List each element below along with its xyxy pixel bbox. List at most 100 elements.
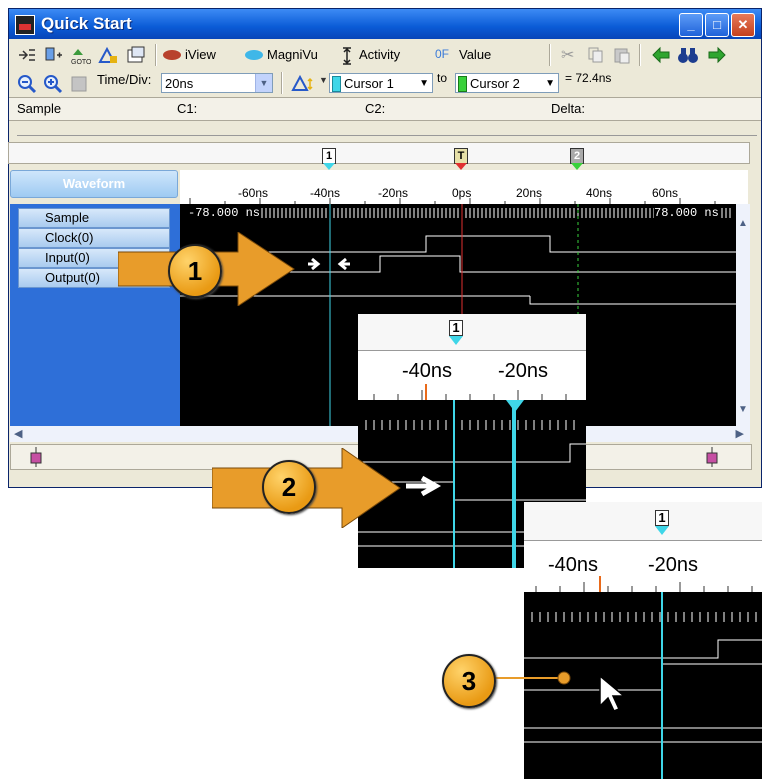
close-icon: ✕ <box>737 17 749 32</box>
window-title: Quick Start <box>41 14 132 33</box>
cursor1-pointer-icon <box>323 163 335 170</box>
info-bar: Sample C1: C2: Delta: <box>9 97 761 121</box>
signal-name-sample[interactable]: Sample <box>18 208 170 228</box>
chevron-up-icon[interactable]: ▲ <box>738 218 748 229</box>
paste-icon[interactable] <box>613 46 631 64</box>
zoom2-tick-label: -20ns <box>648 554 699 576</box>
callout-leader-3 <box>490 671 571 685</box>
callout-number-3: 3 <box>442 654 496 708</box>
cursor2-pointer-icon <box>571 163 583 170</box>
zoom-out-icon[interactable] <box>17 74 37 94</box>
search-forward-icon[interactable] <box>707 46 727 64</box>
vertical-scrollbar[interactable]: ▲ ▼ <box>736 204 750 426</box>
toolbar-separator <box>155 44 157 66</box>
drag-cursor-icon[interactable] <box>506 400 524 412</box>
c1-info-label: C1: <box>177 101 198 116</box>
maximize-icon: □ <box>713 17 721 32</box>
trigger-pointer-icon <box>455 163 467 170</box>
zoom1-ruler: 1 -40ns -20ns <box>358 314 586 402</box>
chevron-down-icon: ▼ <box>255 74 272 92</box>
zoom1-tick-label: -20ns <box>498 360 549 382</box>
waveform-header[interactable]: Waveform <box>10 170 178 198</box>
search-back-icon[interactable] <box>651 46 671 64</box>
iview-icon <box>163 50 181 60</box>
zoom-area-icon[interactable] <box>69 74 89 94</box>
magnivu-label: MagniVu <box>267 47 318 62</box>
right-time-readout: 78.000 ns <box>654 206 719 220</box>
chevron-left-icon[interactable]: ◀ <box>14 427 22 440</box>
chevron-down-icon[interactable]: ▼ <box>738 404 748 415</box>
zoom2-tick-label: -40ns <box>548 554 599 576</box>
app-icon <box>15 15 35 35</box>
toolbar-main: GOTO iView MagniVu Activity 0F Value ✂ <box>9 41 761 69</box>
title-bar[interactable]: Quick Start _ □ ✕ <box>9 9 761 39</box>
toolbar-separator <box>639 44 641 66</box>
callout-number-1: 1 <box>168 244 222 298</box>
cursor2-color-swatch <box>458 76 467 92</box>
sample-info-label: Sample <box>17 101 62 116</box>
c2-info-label: C2: <box>365 101 386 116</box>
close-button[interactable]: ✕ <box>731 13 755 37</box>
chevron-down-icon[interactable]: ▼ <box>319 75 328 85</box>
goto-icon[interactable]: GOTO <box>69 45 91 65</box>
delta-measure-icon[interactable] <box>291 73 317 93</box>
minimize-button[interactable]: _ <box>679 13 703 37</box>
begin-marker-icon[interactable] <box>29 447 43 467</box>
toolbar-time: Time/Div: 20ns ▼ ▼ Cursor 1 ▼ to Cursor … <box>9 69 761 97</box>
trigger-marker[interactable]: T <box>454 148 468 164</box>
cursor2-select[interactable]: Cursor 2 ▼ <box>455 73 559 93</box>
zoom1-ticks <box>373 384 567 400</box>
zoom-in-icon[interactable] <box>43 74 63 94</box>
chevron-down-icon: ▼ <box>545 78 555 89</box>
iview-label: iView <box>185 47 216 62</box>
zoom1-tick-label: -40ns <box>402 360 453 382</box>
time-ruler[interactable]: -60ns -40ns -20ns 0ps 20ns 40ns 60ns <box>180 170 748 204</box>
toolbar-separator <box>281 72 283 94</box>
cut-icon[interactable]: ✂ <box>561 45 574 65</box>
to-label: to <box>437 71 448 85</box>
cursor1-select[interactable]: Cursor 1 ▼ <box>329 73 433 93</box>
activity-label: Activity <box>359 47 401 62</box>
value-icon: 0F <box>435 47 450 61</box>
cursor1-color-swatch <box>332 76 341 92</box>
chevron-right-icon[interactable]: ▶ <box>736 427 744 440</box>
delta-info-label: Delta: <box>551 101 585 116</box>
zoom2-cursor1-marker[interactable]: 1 <box>655 510 669 526</box>
cursor2-marker[interactable]: 2 <box>570 148 584 164</box>
mouse-pointer-icon <box>599 674 626 712</box>
properties-icon[interactable] <box>125 45 147 65</box>
signal-label: Input(0) <box>45 250 90 265</box>
zoom2-ticks <box>535 576 753 592</box>
signal-label: Output(0) <box>45 270 100 285</box>
cursor1-marker[interactable]: 1 <box>322 148 336 164</box>
add-signal-icon[interactable] <box>17 47 37 63</box>
minimize-icon: _ <box>687 17 695 32</box>
toolbar-separator <box>549 44 551 66</box>
search-binoculars-icon[interactable] <box>677 45 699 65</box>
zoom1-cursor1-marker[interactable]: 1 <box>449 320 463 336</box>
add-bus-icon[interactable] <box>43 46 63 64</box>
cursor-delta-readout: = 72.4ns <box>565 71 612 85</box>
delta-time-icon[interactable] <box>97 45 119 65</box>
maximize-button[interactable]: □ <box>705 13 729 37</box>
cursor1-pointer-icon <box>655 526 669 535</box>
copy-icon[interactable] <box>587 46 605 64</box>
timediv-value: 20ns <box>165 76 194 91</box>
timediv-select[interactable]: 20ns ▼ <box>161 73 273 93</box>
zoom2-ruler: 1 -40ns -20ns <box>524 502 762 594</box>
zoom2-cursor-bar <box>524 502 762 541</box>
overview-line <box>17 135 757 136</box>
value-label: Value <box>459 47 492 62</box>
zoom1-cursor-bar <box>358 314 586 351</box>
callout-number-2: 2 <box>262 460 316 514</box>
cursor2-label: Cursor 2 <box>470 76 520 91</box>
svg-text:GOTO: GOTO <box>71 59 91 65</box>
chevron-down-icon: ▼ <box>419 78 429 89</box>
activity-icon <box>343 47 351 65</box>
timediv-label: Time/Div: <box>97 72 152 87</box>
signal-label: Sample <box>45 210 90 225</box>
magnivu-icon <box>245 50 263 60</box>
cursor-bar[interactable] <box>8 142 750 164</box>
end-marker-icon[interactable] <box>705 447 719 467</box>
signal-label: Clock(0) <box>45 230 94 245</box>
